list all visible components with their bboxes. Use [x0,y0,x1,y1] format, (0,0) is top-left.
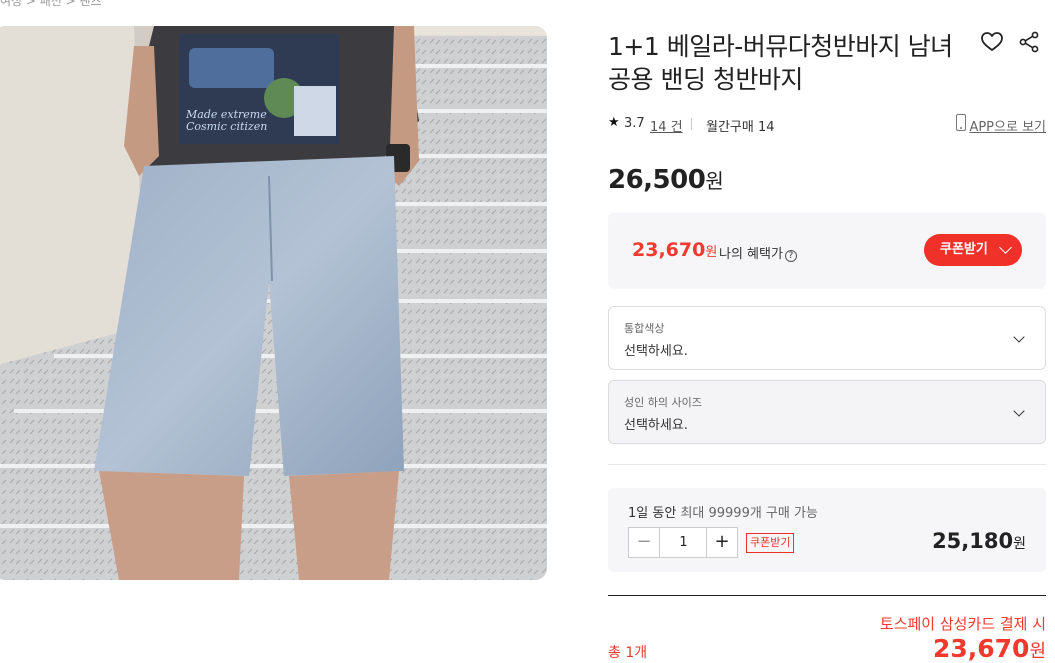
total-count: 총 1개 [608,645,648,661]
coupon-tag-button[interactable]: 쿠폰받기 [746,533,795,553]
toss-promo: 토스페이 삼성카드 결제 시 [879,615,1046,633]
purchase-limit-max: 최대 99999개 구매 가능 [680,506,818,521]
summary-divider [608,595,1046,596]
coupon-download-button[interactable]: 쿠폰받기 [924,234,1022,266]
app-view-link[interactable]: APP으로 보기 [969,116,1046,135]
info-icon[interactable]: ? [784,250,797,262]
benefit-price-currency: 원 [705,245,718,260]
breadcrumb[interactable]: 여성 > 패션 > 팬츠 [0,0,102,9]
order-price-value: 25,180 [932,529,1014,553]
chevron-down-icon [999,241,1012,254]
chevron-down-icon [1013,405,1025,417]
total-price: 23,670원 [933,634,1046,663]
benefit-price: 23,670원 [632,239,717,261]
total-price-value: 23,670 [932,634,1030,663]
option-value: 선택하세요. [624,418,688,433]
option-value: 선택하세요. [624,344,688,359]
divider [608,464,1046,465]
rating-value: 3.7 [624,116,645,131]
total-price-currency: 원 [1029,641,1046,662]
benefit-label-text: 나의 혜택가 [719,247,783,262]
quantity-input[interactable]: 1 [660,528,707,557]
option-select-size[interactable]: 성인 하의 사이즈 선택하세요. [608,380,1046,444]
order-box: 1일 동안 최대 99999개 구매 가능 − 1 + 쿠폰받기 25,180원 [608,488,1046,572]
benefit-price-value: 23,670 [632,239,706,261]
heart-icon[interactable] [980,30,1004,54]
quantity-decrease-button[interactable]: − [629,528,660,557]
quantity-stepper: − 1 + [628,527,738,558]
meta-divider [691,118,692,130]
quantity-increase-button[interactable]: + [706,528,737,557]
product-meta: ★ 3.7 14 건 월간구매 14 APP으로 보기 [608,114,1046,135]
coupon-download-label: 쿠폰받기 [940,242,988,257]
phone-icon [956,114,966,131]
product-photo-illustration: Made extreme Cosmic citizen [0,26,547,580]
option-select-color[interactable]: 통합색상 선택하세요. [608,306,1046,370]
benefit-box: 23,670원 나의 혜택가? 쿠폰받기 [608,213,1046,289]
product-price-currency: 원 [705,169,724,193]
purchase-limit: 1일 동안 최대 99999개 구매 가능 [628,502,818,521]
option-label: 통합색상 [624,322,665,335]
share-icon[interactable] [1018,31,1040,53]
benefit-label: 나의 혜택가? [719,243,797,262]
product-title: 1+1 베일라-버뮤다청반바지 남녀공용 밴딩 청반바지 [608,32,953,94]
shirt-print-line2: Cosmic citizen [186,120,267,133]
review-count-link[interactable]: 14 건 [650,116,683,135]
order-price: 25,180원 [932,529,1026,553]
order-price-currency: 원 [1013,536,1026,552]
option-label: 성인 하의 사이즈 [624,396,702,409]
product-price-value: 26,500 [608,165,706,195]
monthly-sales: 월간구매 14 [706,120,775,135]
star-icon: ★ [608,115,620,130]
purchase-limit-period: 1일 동안 [628,506,677,521]
chevron-down-icon [1013,331,1025,343]
product-image[interactable]: Made extreme Cosmic citizen [0,26,547,580]
product-price: 26,500원 [608,165,724,195]
